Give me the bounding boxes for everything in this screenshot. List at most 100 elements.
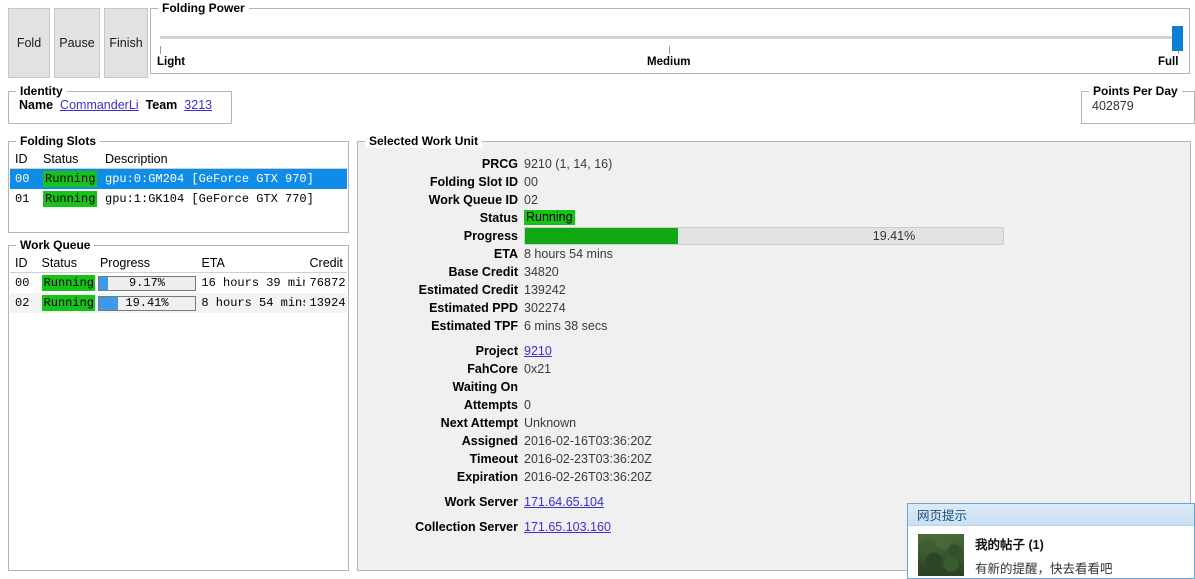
folding-slots-panel: Folding Slots ID Status Description 00 Runni… [8, 134, 349, 233]
notification-text-block: 我的帖子 (1) 有新的提醒，快去看看吧 [975, 534, 1113, 577]
team-label: Team [145, 98, 178, 112]
detail-row: Project 9210 [358, 342, 1190, 359]
selected-work-unit-legend: Selected Work Unit [365, 134, 483, 148]
detail-link[interactable]: 171.64.65.104 [524, 495, 604, 509]
detail-value: 0x21 [524, 361, 552, 376]
detail-label: Folding Slot ID [429, 174, 518, 189]
detail-row: Base Credit 34820 [358, 263, 1190, 280]
points-per-day-legend: Points Per Day [1089, 84, 1182, 98]
work-queue-col-id[interactable]: ID [10, 256, 37, 270]
identity-legend: Identity [16, 84, 67, 98]
progress-bar-label: 19.41% [125, 296, 169, 310]
slot-status-cell: Running [38, 191, 100, 207]
detail-label: Timeout [469, 451, 518, 466]
detail-value: 139242 [524, 282, 566, 297]
detail-value: 34820 [524, 264, 559, 279]
detail-row: Progress 19.41% [358, 226, 1190, 245]
folding-power-slider-track[interactable] [160, 36, 1180, 39]
notification-thumbnail-image [918, 534, 964, 576]
progress-bar-label: 9.17% [128, 276, 165, 290]
progress-bar: 9.17% [97, 275, 196, 291]
detail-value: 0 [524, 397, 531, 412]
detail-value: 8 hours 54 mins [524, 246, 613, 261]
queue-status-cell: Running [37, 295, 95, 311]
detail-link[interactable]: 171.65.103.160 [524, 520, 611, 534]
detail-label: Next Attempt [440, 415, 518, 430]
detail-label: FahCore [467, 361, 518, 376]
folding-power-panel: Folding Power Light Medium Full [150, 1, 1190, 74]
progress-bar: 19.41% [97, 295, 196, 311]
detail-row: Timeout 2016-02-23T03:36:20Z [358, 450, 1190, 467]
slot-status-cell: Running [38, 171, 100, 187]
slot-description: gpu:0:GM204 [GeForce GTX 970] [105, 172, 314, 186]
queue-status-cell: Running [37, 275, 95, 291]
work-queue-row[interactable]: 02 Running 19.41% 8 hours 54 mins 13924 [10, 293, 347, 313]
queue-credit: 13924 [309, 296, 346, 310]
work-queue-row[interactable]: 00 Running 9.17% 16 hours 39 mins 76872 [10, 273, 347, 293]
folding-slots-row[interactable]: 01 Running gpu:1:GK104 [GeForce GTX 770] [10, 189, 347, 209]
folding-slots-row[interactable]: 00 Running gpu:0:GM204 [GeForce GTX 970] [10, 169, 347, 189]
fold-button[interactable]: Fold [8, 8, 50, 78]
detail-row: Folding Slot ID 00 [358, 173, 1190, 190]
finish-button[interactable]: Finish [104, 8, 148, 78]
folding-slots-col-id[interactable]: ID [10, 152, 38, 166]
detail-label: Estimated PPD [429, 300, 518, 315]
detail-row: Estimated Credit 139242 [358, 281, 1190, 298]
detail-label: Expiration [456, 469, 518, 484]
queue-eta: 8 hours 54 mins [201, 296, 305, 310]
detail-row: PRCG 9210 (1, 14, 16) [358, 155, 1190, 172]
detail-value: Unknown [524, 415, 577, 430]
slot-id: 01 [15, 192, 30, 206]
name-link[interactable]: CommanderLi [60, 98, 139, 112]
detail-value: 2016-02-23T03:36:20Z [524, 451, 652, 466]
detail-label: Base Credit [448, 264, 518, 279]
detail-label: Work Queue ID [428, 192, 518, 207]
detail-label: Estimated TPF [431, 318, 518, 333]
status-badge: Running [43, 191, 98, 207]
queue-id: 02 [15, 296, 30, 310]
pause-button[interactable]: Pause [54, 8, 100, 78]
detail-label: Collection Server [415, 519, 518, 534]
detail-row: Status Running [358, 209, 1190, 226]
slider-tick-medium [669, 46, 670, 54]
folding-power-legend: Folding Power [158, 1, 249, 15]
slider-tick-label-medium: Medium [647, 56, 691, 68]
folding-slots-col-status[interactable]: Status [38, 152, 100, 166]
detail-label: Waiting On [452, 379, 519, 394]
identity-row: Name CommanderLi Team 3213 [19, 98, 212, 112]
notification-subtext: 有新的提醒，快去看看吧 [975, 562, 1113, 576]
detail-row: Work Queue ID 02 [358, 191, 1190, 208]
queue-progress-cell: 9.17% [95, 275, 196, 291]
points-per-day-panel: Points Per Day 402879 [1081, 84, 1195, 124]
work-queue-col-progress[interactable]: Progress [95, 256, 197, 270]
notification-heading[interactable]: 我的帖子 (1) [975, 534, 1113, 553]
slider-tick-label-full: Full [1158, 56, 1179, 68]
slot-id: 00 [15, 172, 30, 186]
detail-label: Progress [463, 228, 518, 243]
work-queue-header-row: ID Status Progress ETA Credit [10, 253, 347, 273]
folding-slots-table: ID Status Description 00 Running gpu:0:GM204 … [10, 149, 347, 231]
detail-link[interactable]: 9210 [524, 344, 552, 358]
detail-row: Assigned 2016-02-16T03:36:20Z [358, 432, 1190, 449]
slider-tick-label-light: Light [157, 56, 186, 68]
notification-popup[interactable]: 网页提示 我的帖子 (1) 有新的提醒，快去看看吧 [907, 503, 1195, 579]
detail-value: 00 [524, 174, 538, 189]
work-queue-legend: Work Queue [16, 238, 95, 252]
detail-row: Waiting On [358, 378, 1190, 395]
detail-row: Next Attempt Unknown [358, 414, 1190, 431]
folding-power-slider-thumb[interactable] [1172, 26, 1183, 51]
team-link[interactable]: 3213 [184, 98, 212, 112]
work-queue-col-eta[interactable]: ETA [196, 256, 304, 270]
detail-label: Attempts [463, 397, 518, 412]
work-queue-col-status[interactable]: Status [37, 256, 95, 270]
work-queue-col-credit[interactable]: Credit [305, 256, 347, 270]
status-badge: Running [43, 171, 98, 187]
fahcontrol-window: Fold Pause Finish Folding Power Light Mediu… [0, 0, 1195, 579]
folding-slots-header-row: ID Status Description [10, 149, 347, 169]
status-badge: Running [41, 275, 95, 291]
status-badge: Running [41, 295, 95, 311]
identity-panel: Identity Name CommanderLi Team 3213 [8, 84, 232, 124]
detail-row: ETA 8 hours 54 mins [358, 245, 1190, 262]
folding-slots-col-description[interactable]: Description [100, 152, 345, 166]
detail-label: Project [475, 343, 518, 358]
